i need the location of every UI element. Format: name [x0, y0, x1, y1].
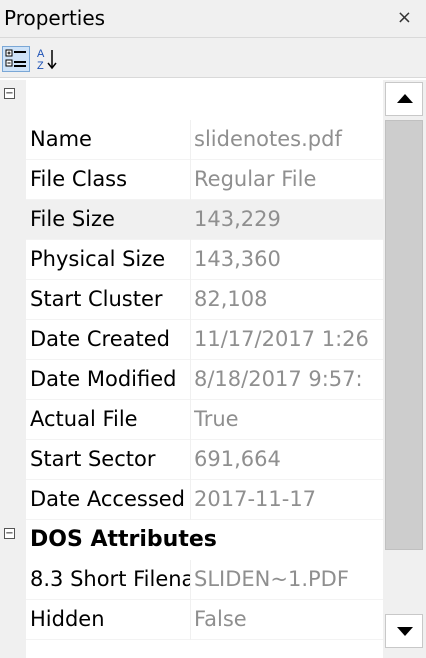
property-value[interactable]: SLIDEN~1.PDF: [194, 567, 383, 591]
property-value[interactable]: 11/17/2017 1:26: [194, 327, 383, 351]
categorized-icon: [5, 49, 26, 67]
property-name: Date Accessed: [30, 487, 186, 511]
column-divider: [190, 120, 191, 160]
property-name: Actual File: [30, 407, 138, 431]
property-row-short-filename[interactable]: 8.3 Short Filename SLIDEN~1.PDF: [26, 560, 383, 600]
property-name: Start Cluster: [30, 287, 163, 311]
property-row-hidden[interactable]: Hidden False: [26, 600, 383, 640]
property-value[interactable]: True: [194, 407, 383, 431]
column-divider: [190, 440, 191, 480]
property-row-file-class[interactable]: File Class Regular File: [26, 160, 383, 200]
property-name: File Class: [30, 167, 128, 191]
property-name: Date Created: [30, 327, 170, 351]
close-icon[interactable]: ×: [397, 7, 412, 28]
property-value[interactable]: 8/18/2017 9:57:: [194, 367, 383, 391]
window-title: Properties: [4, 6, 106, 30]
column-divider: [190, 200, 191, 240]
property-row-date-modified[interactable]: Date Modified 8/18/2017 9:57:: [26, 360, 383, 400]
column-divider: [190, 280, 191, 320]
group-header-general[interactable]: −: [0, 80, 383, 120]
group-header-dos-attributes[interactable]: − DOS Attributes: [0, 520, 383, 560]
scrollbar-thumb[interactable]: [385, 120, 423, 550]
property-name: File Size: [30, 207, 115, 231]
property-row-date-accessed[interactable]: Date Accessed 2017-11-17: [26, 480, 383, 520]
property-value[interactable]: 82,108: [194, 287, 383, 311]
property-name: Date Modified: [30, 367, 177, 391]
collapse-icon[interactable]: −: [4, 88, 15, 99]
property-row-name[interactable]: Name slidenotes.pdf: [26, 120, 383, 160]
property-row-date-created[interactable]: Date Created 11/17/2017 1:26: [26, 320, 383, 360]
property-value[interactable]: Regular File: [194, 167, 383, 191]
column-divider: [190, 400, 191, 440]
column-divider: [190, 560, 191, 600]
property-value[interactable]: 143,229: [194, 207, 383, 231]
property-grid: − Name slidenotes.pdf File Class Regular…: [0, 80, 383, 658]
column-divider: [190, 360, 191, 400]
scroll-down-icon[interactable]: [385, 614, 423, 648]
collapse-icon[interactable]: −: [4, 528, 15, 539]
group-label: DOS Attributes: [30, 527, 217, 552]
categorized-view-button[interactable]: [2, 46, 30, 72]
property-row-actual-file[interactable]: Actual File True: [26, 400, 383, 440]
column-divider: [190, 600, 191, 640]
scroll-up-icon[interactable]: [385, 82, 423, 116]
title-bar: Properties ×: [0, 0, 426, 38]
property-name: Start Sector: [30, 447, 156, 471]
vertical-scrollbar[interactable]: [383, 80, 426, 658]
grid-gutter: [0, 80, 26, 658]
toolbar: A Z: [0, 38, 426, 78]
column-divider: [190, 240, 191, 280]
property-value[interactable]: False: [194, 607, 383, 631]
column-divider: [190, 160, 191, 200]
property-value[interactable]: 691,664: [194, 447, 383, 471]
property-value[interactable]: 143,360: [194, 247, 383, 271]
column-divider: [190, 320, 191, 360]
property-row-start-cluster[interactable]: Start Cluster 82,108: [26, 280, 383, 320]
property-row-start-sector[interactable]: Start Sector 691,664: [26, 440, 383, 480]
sort-az-letter-z: Z: [37, 60, 44, 72]
alphabetical-sort-button[interactable]: A Z: [34, 46, 62, 72]
property-name: Physical Size: [30, 247, 166, 271]
sort-az-icon: A Z: [37, 48, 57, 72]
property-name: Hidden: [30, 607, 105, 631]
property-name: 8.3 Short Filename: [30, 567, 190, 591]
sort-az-letter-a: A: [37, 48, 45, 60]
column-divider: [190, 480, 191, 520]
property-name: Name: [30, 127, 92, 151]
property-row-file-size[interactable]: File Size 143,229: [26, 200, 383, 240]
property-value[interactable]: 2017-11-17: [194, 487, 383, 511]
property-value[interactable]: slidenotes.pdf: [194, 127, 383, 151]
property-row-physical-size[interactable]: Physical Size 143,360: [26, 240, 383, 280]
